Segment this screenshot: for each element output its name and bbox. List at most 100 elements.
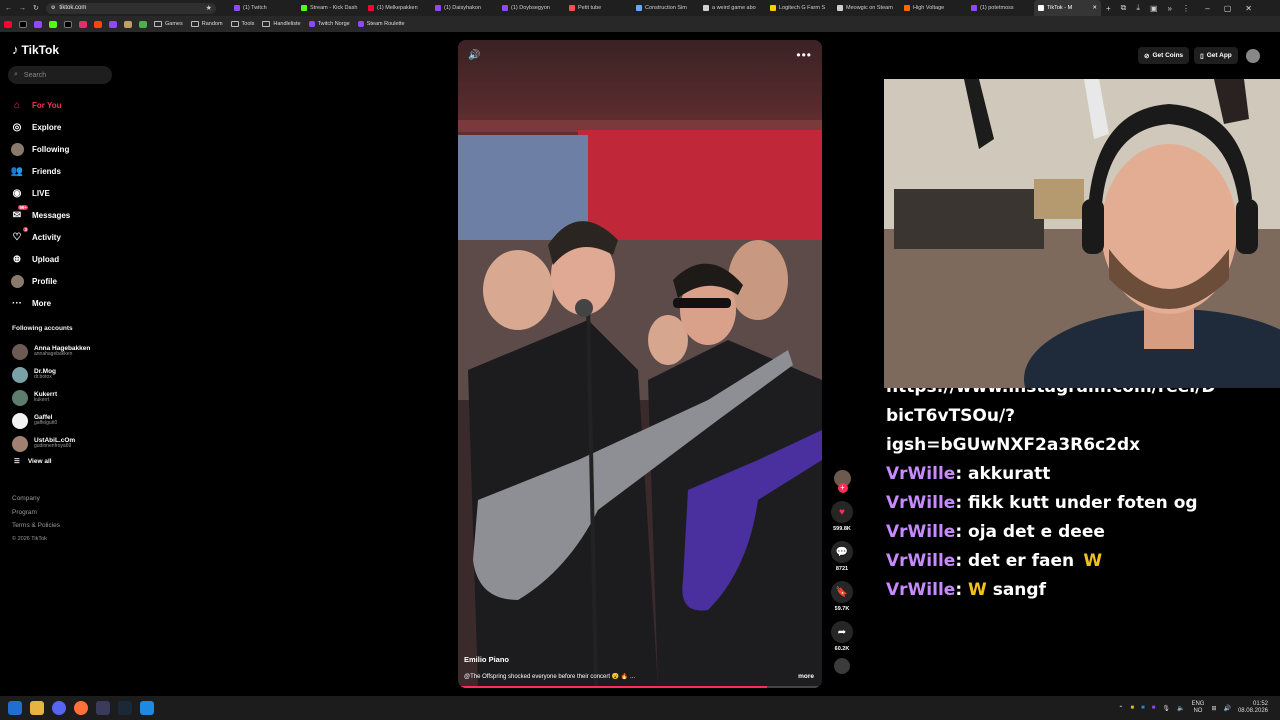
tiktok-logo[interactable]: ♪ TikTok: [12, 42, 59, 57]
back-icon[interactable]: ←: [5, 5, 12, 12]
following-account[interactable]: UstAbiL.cOm gudinnenfroya69: [12, 432, 120, 455]
bookmark-item[interactable]: Twitch Norge: [308, 21, 350, 27]
microphone-icon[interactable]: 🎙: [1162, 705, 1170, 712]
bookmark-item[interactable]: Handleliste: [262, 21, 301, 27]
downloads-icon[interactable]: ⤓: [1136, 3, 1140, 13]
app-icon[interactable]: [140, 701, 154, 715]
youtube-bookmark-icon[interactable]: [4, 20, 12, 28]
network-icon[interactable]: ⊞: [1211, 705, 1216, 712]
tray-app-icon[interactable]: ■: [1152, 705, 1156, 711]
browser-tab[interactable]: Stream - Kick Dash: [297, 0, 364, 16]
following-account[interactable]: Gaffel gaffelgutt0: [12, 409, 120, 432]
save-button[interactable]: 🔖: [831, 581, 853, 603]
follow-plus-icon[interactable]: +: [837, 483, 848, 493]
nav-item-messages[interactable]: ✉ 99+ Messages: [10, 204, 120, 226]
steam-icon[interactable]: [118, 701, 132, 715]
forward-icon[interactable]: →: [19, 5, 26, 12]
address-bar[interactable]: ⚙ tiktok.com ★: [45, 2, 216, 14]
following-account[interactable]: Anna Hagebakken annahagebakken: [12, 340, 120, 363]
footer-link[interactable]: Company: [12, 492, 60, 506]
nav-item-for-you[interactable]: ⌂ For You: [10, 94, 120, 116]
browser-tab[interactable]: Construction Sim: [632, 0, 699, 16]
browser-tab[interactable]: Meowgic on Steam: [833, 0, 900, 16]
creator-avatar[interactable]: +: [833, 470, 851, 493]
clock[interactable]: 01:52 08.08.2026: [1238, 701, 1268, 715]
reddit-bookmark-icon[interactable]: [94, 20, 102, 28]
browser-tab[interactable]: Logitech G Farm S: [766, 0, 833, 16]
discord-icon[interactable]: [52, 701, 66, 715]
more-tabs-icon[interactable]: »: [1168, 4, 1172, 13]
footer-link[interactable]: Terms & Policies: [12, 519, 60, 533]
nav-item-explore[interactable]: ◎ Explore: [10, 116, 120, 138]
nav-item-upload[interactable]: ⊕ Upload: [10, 248, 120, 270]
reload-icon[interactable]: ↻: [33, 4, 39, 12]
tray-app-icon[interactable]: ■: [1141, 705, 1145, 711]
extensions-icon[interactable]: ⧉: [1121, 3, 1127, 13]
share-button[interactable]: ➦: [831, 621, 853, 643]
browser-tab[interactable]: (1) Doybsegyon: [498, 0, 565, 16]
minimize-icon[interactable]: –: [1205, 4, 1209, 13]
tiktok-bookmark-icon[interactable]: [64, 20, 72, 28]
bookmark-star-icon[interactable]: ★: [206, 4, 212, 12]
chevron-up-icon[interactable]: ⌃: [1118, 705, 1123, 712]
close-tab-icon[interactable]: ✕: [1092, 5, 1097, 11]
more-icon: ···: [12, 297, 22, 309]
nav-item-more[interactable]: ··· More: [10, 292, 120, 314]
browser-tab[interactable]: (1) potetmoss: [967, 0, 1034, 16]
nav-item-live[interactable]: ◉ LIVE: [10, 182, 120, 204]
language-indicator[interactable]: ENG NO: [1191, 701, 1204, 715]
maximize-icon[interactable]: ▢: [1224, 4, 1232, 13]
music-disc-icon[interactable]: [834, 658, 850, 674]
search-input[interactable]: ⌕ Search: [8, 66, 112, 84]
bookmark-item[interactable]: Random: [190, 21, 223, 27]
like-button[interactable]: ♥: [831, 501, 853, 523]
browser-tab[interactable]: (1) Twitch: [230, 0, 297, 16]
following-account[interactable]: Kukerrt kukerrt: [12, 386, 120, 409]
volume-tray-icon[interactable]: 🔊: [1223, 705, 1230, 712]
kick-bookmark-icon[interactable]: [49, 20, 57, 28]
video-player[interactable]: 🔊 ••• Emilio Piano @The Offspring shocke…: [458, 40, 822, 688]
instagram-bookmark-icon[interactable]: [79, 20, 87, 28]
view-all-button[interactable]: ☰ View all: [12, 457, 120, 466]
browser-tab[interactable]: High Voltage: [900, 0, 967, 16]
new-tab-icon[interactable]: +: [1106, 4, 1111, 13]
tray-app-icon[interactable]: ■: [1130, 705, 1134, 711]
following-account[interactable]: Dr.Mog dr.botox: [12, 363, 120, 386]
site-bookmark-icon[interactable]: [139, 20, 147, 28]
site-info-icon[interactable]: ⚙: [51, 5, 55, 11]
close-window-icon[interactable]: ✕: [1245, 4, 1252, 13]
browser-tab[interactable]: (1) Daisyhakon: [431, 0, 498, 16]
browser-tab[interactable]: a weird game abo: [699, 0, 766, 16]
nav-item-profile[interactable]: Profile: [10, 270, 120, 292]
volume-icon[interactable]: 🔊: [468, 50, 480, 61]
video-progress-bar[interactable]: [458, 686, 822, 688]
browser-tab[interactable]: (1) Melkepakken: [364, 0, 431, 16]
site-bookmark-icon[interactable]: [124, 20, 132, 28]
more-options-icon[interactable]: •••: [796, 48, 812, 62]
nav-item-friends[interactable]: 👥 Friends: [10, 160, 120, 182]
get-app-button[interactable]: ▯ Get App: [1194, 47, 1238, 64]
browser-tab[interactable]: Petit tube: [565, 0, 632, 16]
get-coins-button[interactable]: ⊘ Get Coins: [1138, 47, 1190, 64]
x-bookmark-icon[interactable]: [19, 20, 27, 28]
bookmark-item[interactable]: Steam Roulette: [357, 21, 405, 27]
app-icon[interactable]: [96, 701, 110, 715]
menu-icon[interactable]: ⋮: [1182, 4, 1190, 13]
speaker-icon[interactable]: 🔈: [1177, 705, 1184, 712]
nav-item-following[interactable]: Following: [10, 138, 120, 160]
nav-item-activity[interactable]: ♡ 3 Activity: [10, 226, 120, 248]
twitch-bookmark-icon[interactable]: [109, 20, 117, 28]
bookmark-item[interactable]: Tools: [230, 21, 254, 27]
start-icon[interactable]: [8, 701, 22, 715]
caption-more-button[interactable]: more: [798, 673, 814, 680]
twitch-bookmark-icon[interactable]: [34, 20, 42, 28]
file-explorer-icon[interactable]: [30, 701, 44, 715]
extension-icon[interactable]: ▣: [1150, 4, 1158, 13]
bookmark-item[interactable]: Games: [154, 21, 183, 27]
footer-link[interactable]: Program: [12, 506, 60, 520]
browser-tab[interactable]: TikTok - M ✕: [1034, 0, 1101, 16]
firefox-icon[interactable]: [74, 701, 88, 715]
user-avatar[interactable]: [1245, 48, 1260, 63]
video-author[interactable]: Emilio Piano: [464, 655, 509, 664]
comment-button[interactable]: 💬: [831, 541, 853, 563]
